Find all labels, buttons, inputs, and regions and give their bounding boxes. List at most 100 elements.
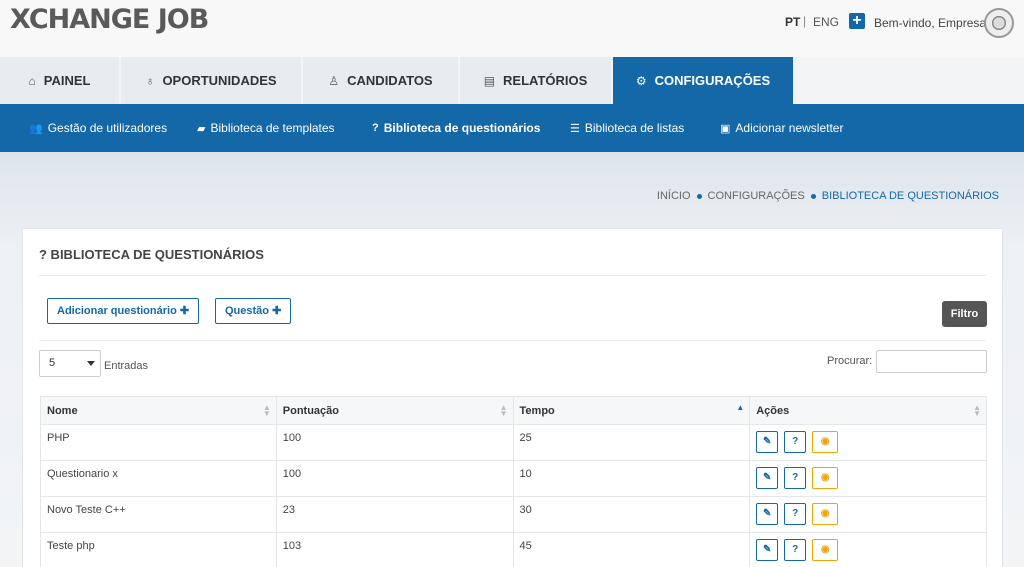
add-question-button[interactable]: Questão ✚ [215,298,292,324]
page-title: ? BIBLIOTECA DE QUESTIONÁRIOS [39,247,264,262]
subnav-label: Biblioteca de listas [584,121,685,135]
cell-pontuacao: 100 [275,460,514,497]
lang-pt-link[interactable]: PT [785,15,800,29]
tab-configuracoes[interactable]: ⚙ CONFIGURAÇÕES [613,57,793,104]
eye-icon[interactable]: ◉ [812,539,839,561]
subnav-label: Biblioteca de templates [210,121,335,135]
document-icon: ▤ [483,73,496,88]
table-header-row: Nome ▲ ▼ Pontuação ▲ ▼ Tempo ▲ Ações ▲ ▼ [40,396,987,425]
tab-painel[interactable]: ⌂ PAINEL [0,57,119,104]
edit-icon[interactable]: ✎ [756,539,779,561]
subnav-questionarios[interactable]: ? Biblioteca de questionários [372,121,540,135]
breadcrumb-config[interactable]: CONFIGURAÇÕES [708,190,805,202]
column-header-tempo[interactable]: Tempo ▲ [512,396,751,425]
cell-acoes: ✎? ◉ [749,424,987,461]
cell-tempo: 10 [512,460,751,497]
breadcrumb-current: BIBLIOTECA DE QUESTIONÁRIOS [821,190,999,202]
edit-icon[interactable]: ✎ [756,467,779,489]
lightbulb-icon: ♁ [145,73,155,88]
tab-label: CONFIGURAÇÕES [654,73,771,88]
question-icon[interactable]: ? [784,467,807,489]
question-icon[interactable]: ? [784,539,807,561]
subnav-users[interactable]: 👥 Gestão de utilizadores [29,121,167,135]
cogs-icon: ⚙ [635,73,647,88]
sort-icon: ▲ ▼ [973,403,981,418]
breadcrumb: INÍCIO CONFIGURAÇÕES BIBLIOTECA DE QUEST… [657,190,999,202]
sub-navigation: 👥 Gestão de utilizadores ▰ Biblioteca de… [0,104,1024,152]
caret-down-icon [87,361,95,366]
tab-label: OPORTUNIDADES [162,73,277,88]
eye-icon[interactable]: ◉ [812,503,839,525]
column-header-nome[interactable]: Nome ▲ ▼ [40,396,277,425]
logo[interactable]: XCHANGE JOB [10,4,209,35]
avatar[interactable] [984,8,1014,38]
add-questionnaire-button[interactable]: Adicionar questionário ✚ [47,298,200,324]
tab-oportunidades[interactable]: ♁ OPORTUNIDADES [121,57,301,104]
header-label: Nome [47,404,78,417]
cell-nome: Questionario x [40,460,277,497]
question-icon: ? [372,122,379,134]
cell-acoes: ✎? ◉ [749,532,987,567]
tab-relatorios[interactable]: ▤ RELATÓRIOS [460,57,611,104]
divider [39,340,986,341]
plus-icon[interactable]: + [849,13,865,29]
subnav-newsletter[interactable]: ▣ Adicionar newsletter [720,121,843,135]
tab-candidatos[interactable]: ♙ CANDIDATOS [303,57,458,104]
breadcrumb-dot-icon [810,193,816,199]
cell-nome: Teste php [40,532,277,567]
cell-nome: Novo Teste C++ [40,496,277,533]
question-icon[interactable]: ? [784,431,807,453]
subnav-listas[interactable]: ☰ Biblioteca de listas [570,121,684,135]
list-icon: ☰ [570,122,580,135]
sort-icon: ▲ ▼ [499,403,508,418]
newspaper-icon: ▣ [720,122,731,135]
questionnaire-table: Nome ▲ ▼ Pontuação ▲ ▼ Tempo ▲ Ações ▲ ▼ PHP 10… [40,396,987,567]
sort-icon: ▲ ▼ [262,403,271,418]
lang-separator: | [803,14,807,28]
cell-acoes: ✎? ◉ [749,496,987,533]
header-label: Tempo [519,404,555,417]
tab-label: CANDIDATOS [347,73,433,88]
cell-tempo: 30 [512,496,751,533]
column-header-pontuacao[interactable]: Pontuação ▲ ▼ [275,396,514,425]
subnav-label: Gestão de utilizadores [47,121,168,135]
home-icon: ⌂ [28,73,36,88]
search-label: Procurar: [827,355,873,367]
search-input[interactable] [876,350,987,373]
book-icon: ▰ [197,122,206,135]
sort-asc-icon: ▲ [736,403,745,412]
entries-label: Entradas [104,360,149,372]
cell-pontuacao: 100 [275,424,514,461]
breadcrumb-dot-icon [696,193,702,199]
tab-label: RELATÓRIOS [503,73,588,88]
subnav-templates[interactable]: ▰ Biblioteca de templates [197,121,335,135]
user-icon: ♙ [328,73,340,88]
divider [39,275,986,276]
eye-icon[interactable]: ◉ [812,467,839,489]
table-row: Novo Teste C++ 23 30 ✎? ◉ [40,496,987,533]
filter-button[interactable]: Filtro [942,301,987,327]
edit-icon[interactable]: ✎ [756,431,779,453]
entries-select[interactable]: 5 [39,350,101,377]
lang-eng-link[interactable]: ENG [813,15,839,29]
cell-pontuacao: 23 [275,496,514,533]
question-icon[interactable]: ? [784,503,807,525]
cell-tempo: 45 [512,532,751,567]
entries-value: 5 [49,357,56,369]
header-label: Pontuação [282,404,339,417]
eye-icon[interactable]: ◉ [812,431,839,453]
column-header-acoes[interactable]: Ações ▲ ▼ [749,396,987,425]
table-row: Teste php 103 45 ✎? ◉ [40,532,987,567]
users-icon: 👥 [29,122,43,135]
table-row: PHP 100 25 ✎? ◉ [40,424,987,461]
tab-label: PAINEL [43,73,91,88]
top-header: XCHANGE JOB PT | ENG + Bem-vindo, Empres… [0,0,1024,57]
cell-acoes: ✎? ◉ [749,460,987,497]
subnav-label: Adicionar newsletter [735,121,844,135]
breadcrumb-home[interactable]: INÍCIO [657,190,691,202]
cell-nome: PHP [40,424,277,461]
edit-icon[interactable]: ✎ [756,503,779,525]
cell-tempo: 25 [512,424,751,461]
main-tabs: ⌂ PAINEL ♁ OPORTUNIDADES ♙ CANDIDATOS ▤ … [0,57,1024,104]
welcome-text[interactable]: Bem-vindo, Empresa [874,16,986,30]
